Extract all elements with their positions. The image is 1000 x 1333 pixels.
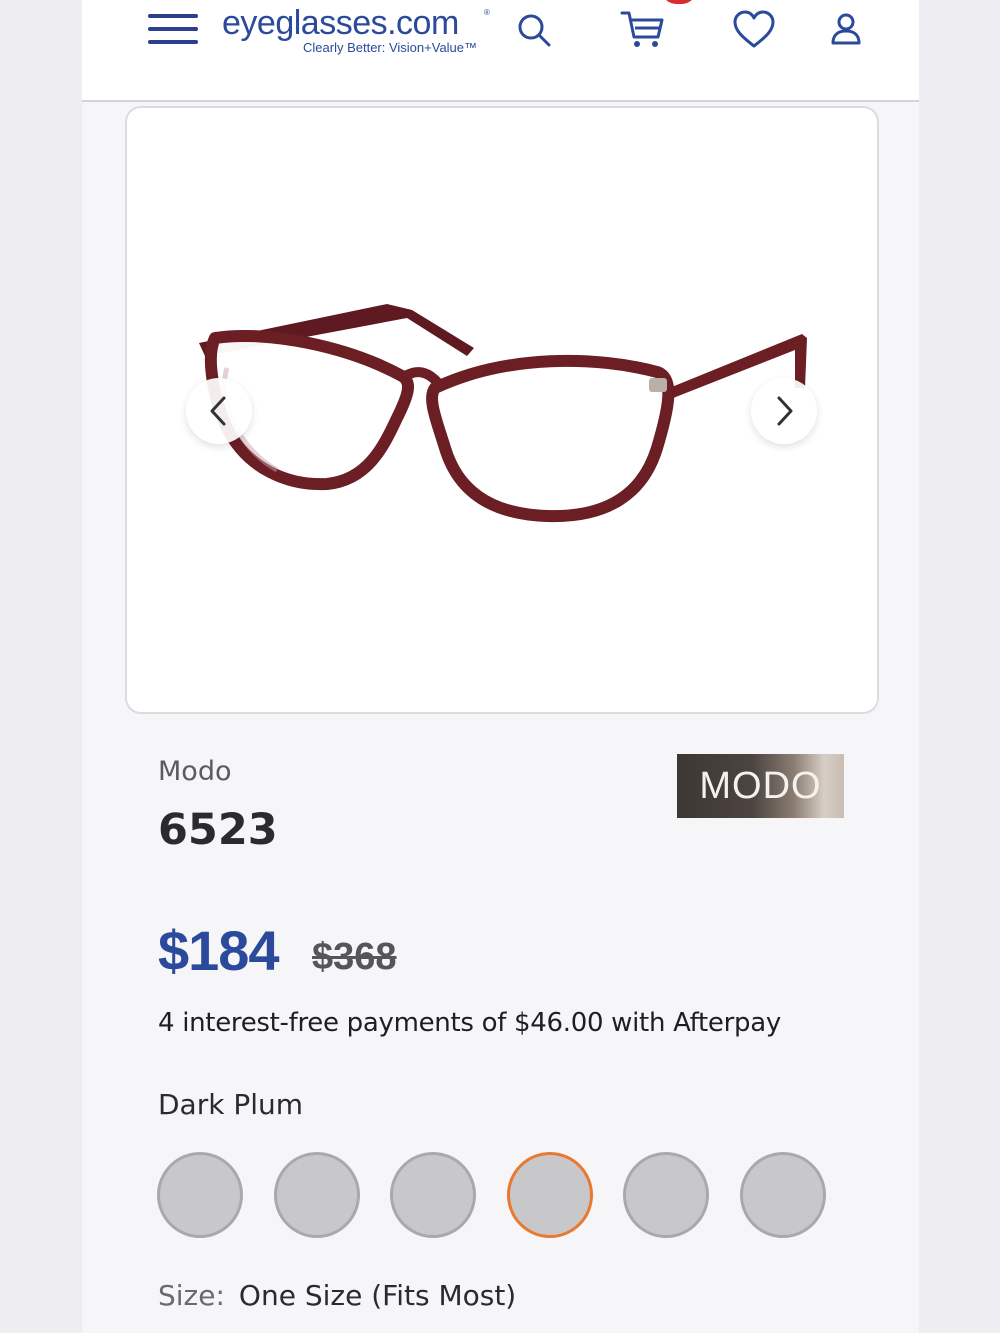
size-value: One Size (Fits Most) (238, 1279, 517, 1312)
color-swatch[interactable] (157, 1152, 243, 1238)
original-price: $368 (312, 936, 397, 978)
heart-icon[interactable] (733, 10, 775, 50)
product-model: 6523 (158, 805, 278, 855)
site-header: eyeglasses.com ® Clearly Better: Vision+… (82, 0, 919, 102)
logo-tagline: Clearly Better: Vision+Value™ (303, 40, 478, 55)
color-swatch[interactable] (390, 1152, 476, 1238)
cart-count-badge (662, 0, 696, 4)
color-swatch[interactable] (740, 1152, 826, 1238)
sale-price: $184 (158, 919, 280, 982)
chevron-right-icon (777, 396, 793, 426)
afterpay-info[interactable]: 4 interest-free payments of $46.00 with … (158, 1008, 781, 1038)
product-image (199, 304, 807, 523)
user-icon[interactable] (830, 12, 862, 46)
size-row: Size: One Size (Fits Most) (158, 1279, 516, 1312)
logo-registered-mark: ® (484, 8, 490, 17)
product-page: eyeglasses.com ® Clearly Better: Vision+… (82, 0, 919, 1333)
search-icon[interactable] (516, 12, 552, 48)
color-swatch[interactable] (623, 1152, 709, 1238)
menu-icon[interactable] (148, 14, 200, 46)
color-swatch-selected[interactable] (507, 1152, 593, 1238)
site-logo[interactable]: eyeglasses.com ® Clearly Better: Vision+… (222, 4, 494, 55)
product-image-gallery[interactable] (125, 106, 879, 714)
color-swatch[interactable] (274, 1152, 360, 1238)
brand-logo[interactable]: MODO (677, 754, 844, 818)
next-image-button[interactable] (751, 378, 817, 444)
chevron-left-icon (210, 396, 226, 426)
size-label: Size: (158, 1279, 225, 1312)
product-brand[interactable]: Modo (158, 756, 231, 787)
selected-color-name: Dark Plum (158, 1088, 304, 1121)
brand-logo-text: MODO (699, 765, 822, 807)
logo-text: eyeglasses.com (222, 4, 459, 42)
cart-icon[interactable] (620, 10, 666, 50)
previous-image-button[interactable] (186, 378, 252, 444)
